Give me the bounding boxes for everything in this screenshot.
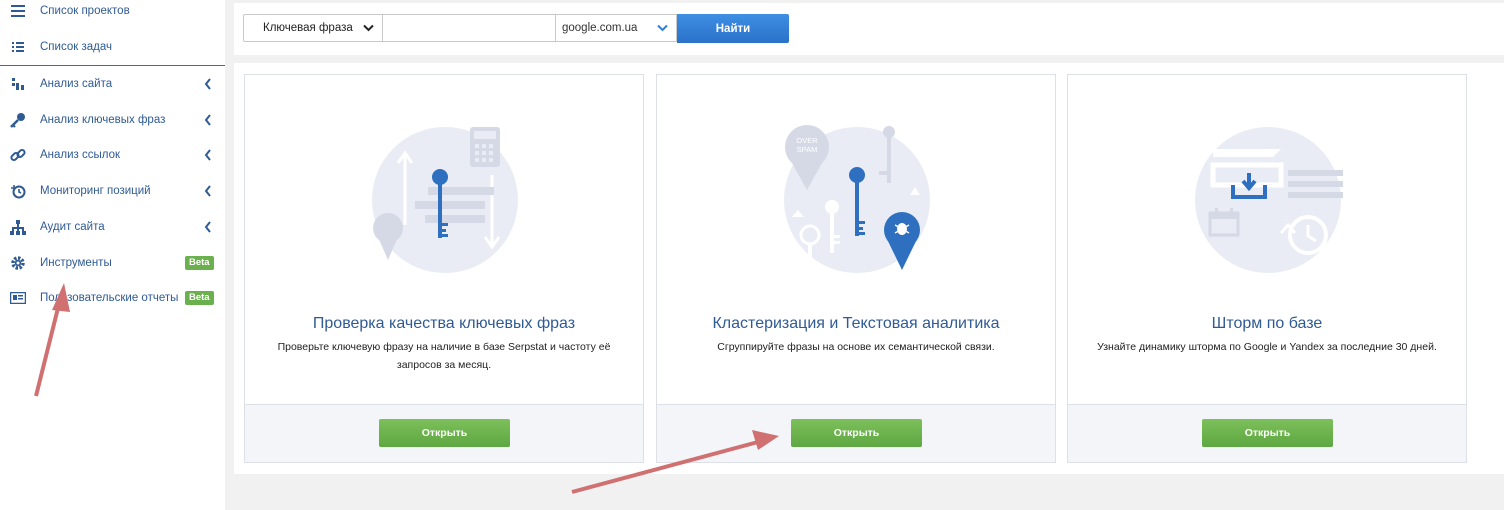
sidebar-item-label: Пользовательские отчеты: [40, 292, 179, 304]
tool-card-keyword-quality: Проверка качества ключевых фраз Проверьт…: [244, 74, 644, 463]
chevron-left-icon: [204, 114, 211, 126]
sitemap-icon: [10, 219, 26, 235]
sidebar-item-site-audit[interactable]: Аудит сайта: [0, 209, 225, 245]
sidebar: Список проектов Список задач Анализ сайт…: [0, 0, 225, 510]
sidebar-item-label: Аудит сайта: [40, 221, 105, 233]
open-button[interactable]: Открыть: [379, 419, 510, 447]
chevron-left-icon: [204, 78, 211, 90]
clustering-illustration: OVER SPAM: [784, 125, 930, 275]
card-footer: Открыть: [245, 404, 643, 462]
keyword-check-illustration: [372, 127, 518, 273]
key-icon: [10, 112, 26, 128]
sidebar-item-label: Анализ ссылок: [40, 149, 121, 161]
card-description: Проверьте ключевую фразу на наличие в ба…: [277, 341, 611, 371]
sidebar-item-label: Список задач: [40, 41, 112, 53]
gear-icon: [10, 255, 26, 271]
search-button[interactable]: Найти: [677, 14, 789, 43]
card-footer: Открыть: [657, 404, 1055, 462]
sidebar-item-position-monitoring[interactable]: Мониторинг позиций: [0, 173, 225, 209]
sidebar-item-link-analysis[interactable]: Анализ ссылок: [0, 137, 225, 173]
card-title: Проверка качества ключевых фраз: [312, 315, 576, 332]
chevron-left-icon: [204, 221, 211, 233]
overspam-label: SPAM: [797, 145, 818, 154]
beta-badge: Beta: [185, 256, 214, 270]
list-icon: [10, 39, 26, 55]
sidebar-item-keyword-analysis[interactable]: Анализ ключевых фраз: [0, 102, 225, 138]
sidebar-item-label: Анализ ключевых фраз: [40, 114, 166, 126]
beta-badge: Beta: [185, 291, 214, 305]
sidebar-item-label: Мониторинг позиций: [40, 185, 151, 197]
history-icon: [10, 183, 26, 199]
card-description: Узнайте динамику шторма по Google и Yand…: [1097, 341, 1437, 353]
card-description: Сгруппируйте фразы на основе их семантич…: [717, 341, 995, 353]
sidebar-item-tasks[interactable]: Список задач: [0, 29, 225, 65]
sidebar-item-tools[interactable]: Инструменты Beta: [0, 245, 225, 281]
sidebar-item-custom-reports[interactable]: Пользовательские отчеты Beta: [0, 280, 225, 316]
sidebar-item-label: Список проектов: [40, 5, 130, 17]
tool-card-storm: Шторм по базе Узнайте динамику шторма по…: [1067, 74, 1467, 463]
open-button[interactable]: Открыть: [1202, 419, 1333, 447]
open-button[interactable]: Открыть: [791, 419, 922, 447]
menu-icon: [10, 3, 26, 19]
card-title: Шторм по базе: [1211, 315, 1323, 332]
overspam-label: OVER: [796, 136, 818, 145]
card-footer: Открыть: [1068, 404, 1466, 462]
chevron-left-icon: [204, 185, 211, 197]
chevron-down-icon: [657, 24, 668, 32]
tool-card-clustering: OVER SPAM Кластеризация и Текстовая анал…: [656, 74, 1056, 463]
database-label: google.com.ua: [562, 22, 638, 34]
search-mode-select[interactable]: Ключевая фраза: [243, 14, 383, 42]
sidebar-item-label: Инструменты: [40, 257, 112, 269]
search-input[interactable]: [383, 14, 556, 42]
chevron-left-icon: [204, 149, 211, 161]
sidebar-item-projects[interactable]: Список проектов: [0, 0, 225, 29]
sidebar-item-label: Анализ сайта: [40, 78, 113, 90]
tools-panel: Проверка качества ключевых фраз Проверьт…: [234, 63, 1504, 474]
search-mode-label: Ключевая фраза: [263, 22, 353, 34]
card-title: Кластеризация и Текстовая аналитика: [712, 315, 1000, 332]
chevron-down-icon: [363, 24, 374, 32]
storm-illustration: [1195, 127, 1343, 273]
search-panel: Ключевая фраза google.com.ua Найти: [234, 3, 1504, 55]
sidebar-item-site-analysis[interactable]: Анализ сайта: [0, 66, 225, 102]
link-icon: [10, 147, 26, 163]
database-select[interactable]: google.com.ua: [555, 14, 677, 42]
chart-icon: [10, 76, 26, 92]
report-icon: [10, 290, 26, 306]
